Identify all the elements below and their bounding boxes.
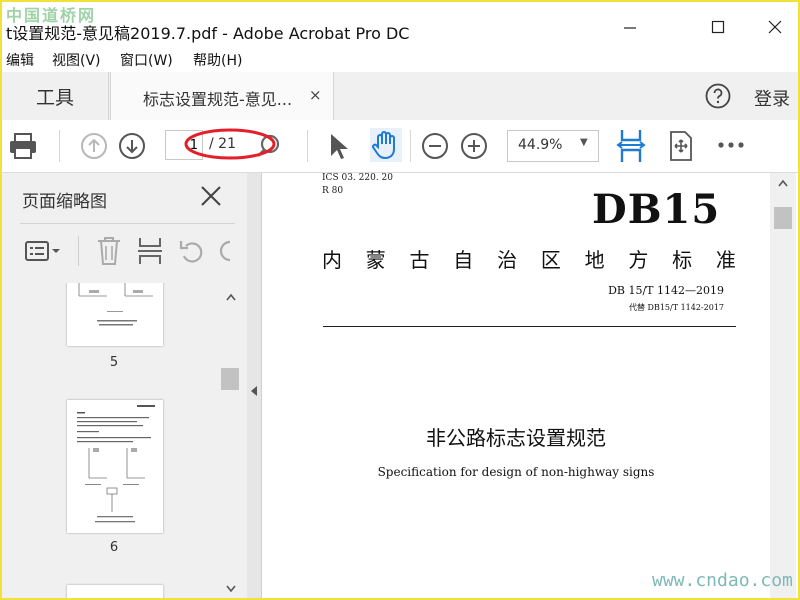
close-icon [201, 186, 221, 206]
panel-separator [78, 236, 79, 266]
full-screen-icon[interactable] [668, 130, 694, 162]
menu-view[interactable]: 视图(V) [52, 50, 101, 70]
thumbnail-preview [77, 405, 155, 523]
scroll-up-icon[interactable] [778, 179, 788, 187]
toolbar-separator [59, 130, 60, 162]
thumbnail-list: 5 6 [2, 283, 220, 598]
scroll-down-icon[interactable] [226, 585, 236, 593]
tab-tools[interactable]: 工具 [2, 72, 109, 120]
doc-standard-char: 地 [584, 248, 605, 272]
toolbar-separator [307, 130, 308, 162]
maximize-button[interactable] [695, 12, 741, 42]
rotate-clockwise-icon[interactable] [218, 238, 232, 264]
doc-standard-char: 自 [453, 248, 474, 272]
panel-scrollbar[interactable] [220, 283, 242, 598]
title-bar: t设置规范-意见稿2019.7.pdf - Adobe Acrobat Pro … [2, 2, 798, 44]
scroll-up-icon[interactable] [226, 293, 236, 301]
doc-title: 非公路标志设置规范 [426, 426, 606, 450]
tab-document-label: 标志设置规范-意见... [143, 90, 293, 109]
doc-standard-char: 区 [540, 248, 561, 272]
doc-standard-char: 方 [628, 248, 649, 272]
doc-standard-char: 蒙 [365, 248, 386, 272]
more-icon[interactable] [717, 140, 745, 150]
options-menu-icon[interactable] [24, 238, 62, 264]
minimize-icon [624, 27, 636, 29]
panel-collapse-handle[interactable] [247, 173, 262, 598]
panel-toolbar [20, 223, 235, 280]
login-button[interactable]: 登录 [754, 85, 790, 111]
page-thumbnail[interactable] [67, 400, 163, 533]
document-scrollbar[interactable] [770, 173, 796, 598]
next-page-icon[interactable] [118, 132, 146, 160]
doc-standard-char: 标 [672, 248, 693, 272]
toolbar-separator [410, 130, 411, 162]
maximize-icon [711, 20, 725, 34]
menu-window[interactable]: 窗口(W) [120, 50, 173, 70]
rotate-counterclockwise-icon[interactable] [178, 238, 206, 264]
doc-ics-code: ICS 03. 220. 20 R 80 [322, 172, 393, 198]
page-thumbnail[interactable] [67, 283, 163, 346]
page-thumbnail[interactable] [67, 585, 163, 598]
watermark-top: 中国道桥网 [6, 6, 97, 25]
help-icon[interactable] [705, 83, 731, 109]
chevron-down-icon: ▼ [580, 137, 588, 148]
document-view[interactable] [262, 173, 770, 598]
toolbar: / 21 44.9% ▼ [2, 120, 798, 173]
doc-subtitle: Specification for design of non-highway … [377, 465, 655, 479]
doc-divider [323, 326, 736, 327]
delete-icon[interactable] [96, 236, 122, 266]
collapse-left-icon [251, 386, 257, 396]
watermark-bottom: www.cndao.com [652, 570, 793, 591]
doc-r-line: R 80 [322, 186, 344, 196]
doc-standard-char: 古 [409, 248, 430, 272]
menu-help[interactable]: 帮助(H) [193, 50, 242, 70]
minimize-button[interactable] [607, 12, 653, 42]
close-icon [768, 20, 782, 34]
print-icon[interactable] [8, 132, 38, 160]
zoom-out-icon[interactable] [421, 132, 449, 160]
select-cursor-icon[interactable] [327, 132, 349, 160]
scroll-thumb[interactable] [774, 207, 792, 229]
tab-document[interactable]: 标志设置规范-意见... × [110, 72, 334, 120]
close-panel-button[interactable] [200, 185, 222, 211]
menu-bar: 编辑 视图(V) 窗口(W) 帮助(H) [2, 44, 798, 72]
doc-ics-line: ICS 03. 220. 20 [322, 173, 393, 183]
thumbnail-label: 5 [109, 355, 119, 370]
zoom-select[interactable]: 44.9% ▼ [507, 130, 599, 162]
doc-replaces-code: 代替 DB15/T 1142-2017 [628, 303, 724, 312]
doc-standard-code: DB 15/T 1142—2019 [608, 284, 724, 297]
tab-close-button[interactable]: × [309, 86, 322, 104]
close-window-button[interactable] [752, 12, 798, 42]
thumbnail-preview [78, 283, 153, 326]
tab-bar: 工具 标志设置规范-意见... × 登录 [2, 72, 798, 121]
doc-standard-char: 治 [497, 248, 518, 272]
scroll-thumb[interactable] [221, 368, 239, 390]
hand-tool-icon[interactable] [370, 128, 402, 162]
extract-pages-icon[interactable] [136, 236, 164, 266]
panel-title: 页面缩略图 [22, 192, 107, 212]
zoom-in-icon[interactable] [460, 132, 488, 160]
red-annotation-ellipse [184, 128, 276, 160]
menu-edit[interactable]: 编辑 [6, 50, 34, 70]
doc-standard-logo: DB15 [592, 186, 721, 233]
doc-standard-type: 内 蒙 古 自 治 区 地 方 标 准 [322, 244, 736, 273]
fit-width-icon[interactable] [616, 128, 646, 164]
doc-standard-char: 准 [715, 248, 736, 272]
thumbnail-label: 6 [109, 540, 119, 555]
previous-page-icon[interactable] [80, 132, 108, 160]
doc-standard-char: 内 [322, 248, 342, 272]
thumbnails-panel: 页面缩略图 5 6 [2, 173, 248, 598]
zoom-value: 44.9% [518, 137, 563, 153]
